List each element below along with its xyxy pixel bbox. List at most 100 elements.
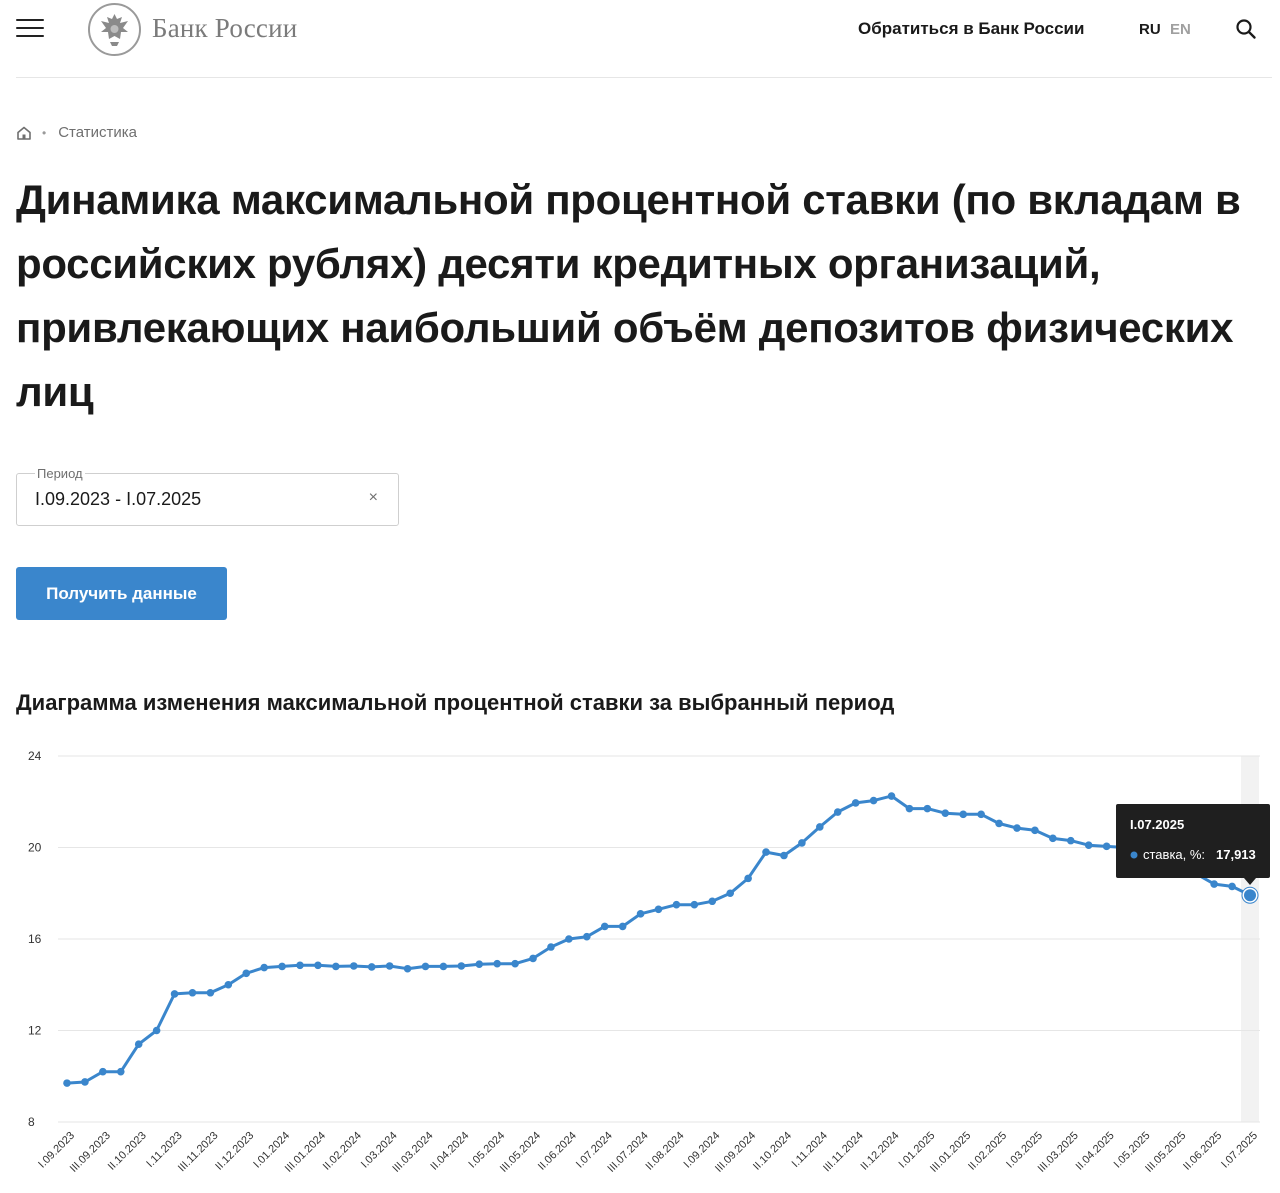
data-point bbox=[439, 962, 448, 971]
rate-line-chart: 812162024I.09.2023III.09.2023II.10.2023I… bbox=[28, 749, 1270, 1175]
data-point bbox=[224, 980, 233, 989]
y-tick-label: 24 bbox=[28, 749, 42, 763]
data-point bbox=[1210, 880, 1218, 888]
data-point bbox=[170, 990, 179, 998]
logo-text[interactable]: Банк России bbox=[152, 13, 297, 44]
data-point bbox=[923, 804, 932, 813]
tooltip-value: 17,913 bbox=[1216, 847, 1256, 862]
y-tick-label: 16 bbox=[28, 932, 42, 946]
data-point bbox=[636, 910, 645, 918]
data-point bbox=[1102, 842, 1111, 851]
data-point bbox=[206, 988, 215, 997]
data-point bbox=[995, 819, 1003, 828]
data-point bbox=[977, 810, 985, 819]
page-title: Динамика максимальной процентной ставки … bbox=[16, 176, 1241, 415]
data-point bbox=[780, 851, 788, 860]
data-point bbox=[81, 1078, 89, 1086]
period-label: Период bbox=[35, 466, 85, 481]
contact-bank-link[interactable]: Обратиться в Банк России bbox=[858, 19, 1084, 39]
data-point bbox=[421, 962, 430, 971]
data-point bbox=[493, 959, 501, 968]
data-point bbox=[260, 963, 268, 972]
data-point bbox=[1066, 836, 1075, 845]
x-tick-label: I.07.2025 bbox=[1219, 1130, 1260, 1171]
data-point bbox=[547, 943, 555, 951]
data-point bbox=[600, 922, 609, 931]
search-icon[interactable] bbox=[1235, 18, 1257, 40]
data-point bbox=[654, 905, 663, 914]
data-point bbox=[905, 804, 914, 813]
data-point bbox=[565, 935, 573, 943]
bank-emblem-icon[interactable] bbox=[88, 3, 141, 56]
data-point bbox=[726, 889, 734, 898]
data-point bbox=[367, 963, 376, 971]
data-point bbox=[816, 823, 824, 831]
lang-en-link[interactable]: EN bbox=[1170, 21, 1191, 38]
tooltip-series-marker bbox=[1130, 851, 1138, 859]
y-tick-label: 20 bbox=[28, 841, 42, 855]
data-point bbox=[851, 799, 860, 807]
data-point bbox=[1049, 834, 1057, 843]
tooltip-series-label: ставка, %: bbox=[1143, 847, 1205, 862]
site-header: Банк России Обратиться в Банк России RU … bbox=[16, 0, 1272, 78]
period-field[interactable]: Период I.09.2023 - I.07.2025 × bbox=[16, 466, 399, 526]
data-point bbox=[332, 962, 340, 971]
data-point bbox=[349, 962, 358, 970]
x-tick-label: II.06.2025 bbox=[1181, 1130, 1224, 1173]
data-point bbox=[672, 900, 681, 909]
data-point bbox=[1084, 841, 1093, 850]
data-point bbox=[99, 1067, 107, 1076]
data-point bbox=[511, 959, 519, 968]
data-point bbox=[869, 796, 878, 805]
lang-ru-link[interactable]: RU bbox=[1139, 21, 1161, 38]
data-point bbox=[242, 969, 251, 978]
data-point bbox=[475, 960, 484, 968]
breadcrumb-separator: • bbox=[42, 125, 47, 140]
eagle-icon bbox=[101, 14, 128, 46]
data-point bbox=[1013, 824, 1021, 832]
breadcrumb-item-statistics[interactable]: Статистика bbox=[58, 124, 137, 141]
data-point bbox=[385, 962, 394, 970]
x-tick-label: II.12.2024 bbox=[859, 1130, 902, 1173]
data-point bbox=[134, 1040, 143, 1049]
x-tick-label: II.02.2025 bbox=[966, 1130, 1009, 1173]
data-point bbox=[762, 848, 770, 856]
breadcrumb: • Статистика bbox=[16, 124, 137, 141]
data-point-highlighted bbox=[1244, 889, 1256, 902]
menu-icon[interactable] bbox=[16, 19, 44, 39]
period-value[interactable]: I.09.2023 - I.07.2025 bbox=[35, 489, 201, 510]
data-point bbox=[188, 988, 197, 997]
data-point bbox=[314, 961, 322, 970]
data-point bbox=[744, 874, 752, 883]
data-point bbox=[529, 954, 537, 963]
data-point bbox=[583, 932, 591, 941]
x-tick-label: II.10.2024 bbox=[751, 1130, 794, 1173]
x-tick-label: II.06.2024 bbox=[536, 1130, 579, 1173]
tooltip-date: I.07.2025 bbox=[1130, 817, 1184, 832]
get-data-button[interactable]: Получить данные bbox=[16, 567, 227, 620]
data-point bbox=[690, 900, 699, 909]
data-point bbox=[278, 962, 286, 971]
data-point bbox=[833, 808, 842, 816]
data-point bbox=[457, 962, 466, 970]
y-tick-label: 12 bbox=[28, 1024, 42, 1038]
data-point bbox=[618, 922, 627, 931]
x-tick-label: II.12.2023 bbox=[213, 1130, 256, 1173]
x-tick-label: II.10.2023 bbox=[106, 1130, 149, 1173]
data-point bbox=[152, 1026, 161, 1035]
tooltip-box bbox=[1116, 804, 1270, 878]
home-icon[interactable] bbox=[16, 125, 32, 141]
data-point bbox=[941, 809, 950, 817]
chart-title: Диаграмма изменения максимальной процент… bbox=[16, 690, 895, 715]
data-point bbox=[1228, 882, 1236, 891]
data-point bbox=[708, 897, 717, 906]
x-tick-label: II.04.2024 bbox=[428, 1130, 471, 1173]
clear-icon[interactable]: × bbox=[369, 489, 378, 507]
x-tick-label: II.08.2024 bbox=[643, 1130, 686, 1173]
y-tick-label: 8 bbox=[28, 1115, 35, 1129]
data-point bbox=[296, 961, 304, 970]
data-point bbox=[1031, 826, 1039, 835]
data-point bbox=[116, 1067, 125, 1076]
data-point bbox=[887, 792, 896, 800]
data-point bbox=[959, 810, 968, 819]
